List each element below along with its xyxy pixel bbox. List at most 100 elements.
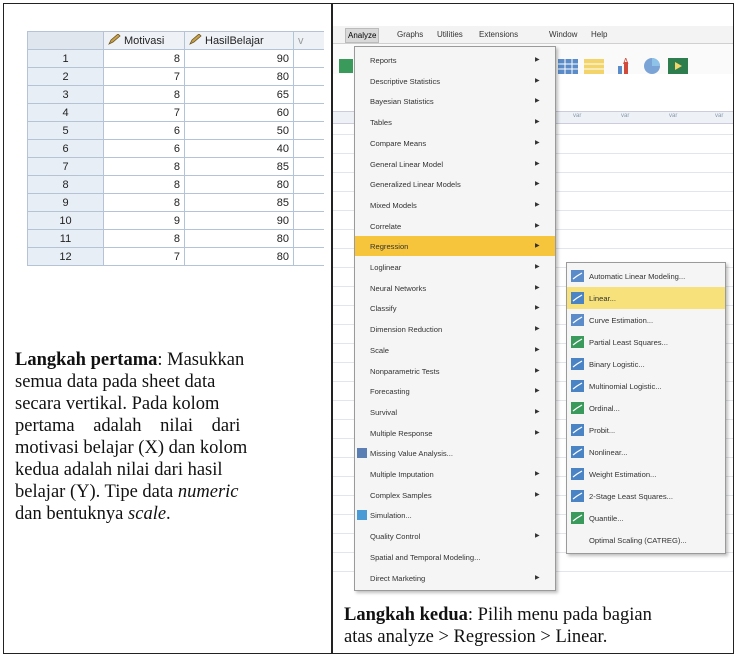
- empty-cell[interactable]: [293, 247, 324, 266]
- submenu-item-automatic-linear-modeling[interactable]: Automatic Linear Modeling...: [567, 265, 725, 287]
- chart-builder-icon[interactable]: A: [615, 56, 637, 76]
- menu-item-scale[interactable]: Scale ▶: [355, 340, 555, 360]
- empty-cell[interactable]: [293, 103, 324, 122]
- data-cell[interactable]: 6: [103, 121, 185, 140]
- empty-cell[interactable]: [293, 175, 324, 194]
- data-cell[interactable]: 6: [103, 139, 185, 158]
- empty-cell[interactable]: [293, 193, 324, 212]
- empty-cell[interactable]: [293, 157, 324, 176]
- submenu-item-linear[interactable]: Linear...: [567, 287, 725, 309]
- menu-item-reports[interactable]: Reports ▶: [355, 50, 555, 70]
- submenu-item-nonlinear[interactable]: Nonlinear...: [567, 441, 725, 463]
- menu-utilities[interactable]: Utilities: [437, 30, 463, 39]
- row-number[interactable]: 8: [27, 175, 104, 194]
- menu-item-descriptive-statistics[interactable]: Descriptive Statistics ▶: [355, 71, 555, 91]
- submenu-item-weight-estimation[interactable]: Weight Estimation...: [567, 463, 725, 485]
- empty-cell[interactable]: [293, 67, 324, 86]
- data-cell[interactable]: 40: [184, 139, 294, 158]
- empty-cell[interactable]: [293, 139, 324, 158]
- menu-item-classify[interactable]: Classify ▶: [355, 298, 555, 318]
- data-cell[interactable]: 90: [184, 211, 294, 230]
- menu-window[interactable]: Window: [549, 30, 577, 39]
- submenu-item-quantile[interactable]: Quantile...: [567, 507, 725, 529]
- data-cell[interactable]: 80: [184, 175, 294, 194]
- submenu-item-multinomial-logistic[interactable]: Multinomial Logistic...: [567, 375, 725, 397]
- column-header-motivasi[interactable]: Motivasi: [103, 31, 185, 50]
- data-cell[interactable]: 80: [184, 247, 294, 266]
- menu-item-tables[interactable]: Tables ▶: [355, 112, 555, 132]
- menu-item-forecasting[interactable]: Forecasting ▶: [355, 381, 555, 401]
- data-cell[interactable]: 9: [103, 211, 185, 230]
- row-number[interactable]: 9: [27, 193, 104, 212]
- submenu-item-ordinal[interactable]: Ordinal...: [567, 397, 725, 419]
- data-cell[interactable]: 60: [184, 103, 294, 122]
- data-cell[interactable]: 8: [103, 229, 185, 248]
- menu-item-generalized-linear-models[interactable]: Generalized Linear Models ▶: [355, 174, 555, 194]
- pie-chart-icon[interactable]: [641, 56, 663, 76]
- submenu-item-binary-logistic[interactable]: Binary Logistic...: [567, 353, 725, 375]
- menu-item-quality-control[interactable]: Quality Control ▶: [355, 526, 555, 546]
- row-number[interactable]: 7: [27, 157, 104, 176]
- data-cell[interactable]: 7: [103, 103, 185, 122]
- row-number[interactable]: 1: [27, 49, 104, 68]
- menu-item-spatial-and-temporal-modeling[interactable]: Spatial and Temporal Modeling...: [355, 547, 555, 567]
- menu-item-mixed-models[interactable]: Mixed Models ▶: [355, 195, 555, 215]
- row-number[interactable]: 12: [27, 247, 104, 266]
- data-cell[interactable]: 90: [184, 49, 294, 68]
- empty-cell[interactable]: [293, 229, 324, 248]
- data-cell[interactable]: 80: [184, 67, 294, 86]
- menu-item-complex-samples[interactable]: Complex Samples ▶: [355, 485, 555, 505]
- row-number[interactable]: 11: [27, 229, 104, 248]
- menu-item-nonparametric-tests[interactable]: Nonparametric Tests ▶: [355, 361, 555, 381]
- menu-item-neural-networks[interactable]: Neural Networks ▶: [355, 278, 555, 298]
- data-cell[interactable]: 7: [103, 67, 185, 86]
- submenu-item-2-stage-least-squares[interactable]: 2-Stage Least Squares...: [567, 485, 725, 507]
- data-cell[interactable]: 80: [184, 229, 294, 248]
- data-cell[interactable]: 8: [103, 85, 185, 104]
- menu-item-general-linear-model[interactable]: General Linear Model ▶: [355, 154, 555, 174]
- menu-item-multiple-imputation[interactable]: Multiple Imputation ▶: [355, 464, 555, 484]
- menu-graphs[interactable]: Graphs: [397, 30, 423, 39]
- row-number[interactable]: 6: [27, 139, 104, 158]
- menu-item-simulation[interactable]: Simulation...: [355, 505, 555, 525]
- data-cell[interactable]: 8: [103, 175, 185, 194]
- menu-item-regression[interactable]: Regression ▶: [355, 236, 555, 257]
- submenu-item-curve-estimation[interactable]: Curve Estimation...: [567, 309, 725, 331]
- row-number[interactable]: 5: [27, 121, 104, 140]
- menu-analyze[interactable]: Analyze: [345, 28, 380, 43]
- data-cell[interactable]: 7: [103, 247, 185, 266]
- menu-item-missing-value-analysis[interactable]: Missing Value Analysis...: [355, 443, 555, 463]
- empty-cell[interactable]: [293, 211, 324, 230]
- menu-item-correlate[interactable]: Correlate ▶: [355, 216, 555, 236]
- menu-extensions[interactable]: Extensions: [479, 30, 518, 39]
- value-labels-icon[interactable]: [583, 56, 605, 76]
- menu-item-direct-marketing[interactable]: Direct Marketing ▶: [355, 568, 555, 588]
- menu-item-survival[interactable]: Survival ▶: [355, 402, 555, 422]
- variables-icon[interactable]: [557, 56, 579, 76]
- data-cell[interactable]: 85: [184, 193, 294, 212]
- menu-item-compare-means[interactable]: Compare Means ▶: [355, 133, 555, 153]
- row-number[interactable]: 3: [27, 85, 104, 104]
- empty-cell[interactable]: [293, 85, 324, 104]
- menu-help[interactable]: Help: [591, 30, 607, 39]
- data-cell[interactable]: 8: [103, 193, 185, 212]
- submenu-item-partial-least-squares[interactable]: Partial Least Squares...: [567, 331, 725, 353]
- menu-item-loglinear[interactable]: Loglinear ▶: [355, 257, 555, 277]
- data-cell[interactable]: 65: [184, 85, 294, 104]
- empty-cell[interactable]: [293, 49, 324, 68]
- run-icon[interactable]: [667, 56, 689, 76]
- row-number[interactable]: 2: [27, 67, 104, 86]
- row-number[interactable]: 10: [27, 211, 104, 230]
- column-header-hasilbelajar[interactable]: HasilBelajar: [184, 31, 294, 50]
- data-cell[interactable]: 85: [184, 157, 294, 176]
- row-number[interactable]: 4: [27, 103, 104, 122]
- submenu-item-optimal-scaling-catreg[interactable]: Optimal Scaling (CATREG)...: [567, 529, 725, 551]
- menu-item-dimension-reduction[interactable]: Dimension Reduction ▶: [355, 319, 555, 339]
- column-header-var[interactable]: v: [293, 31, 324, 50]
- data-cell[interactable]: 8: [103, 157, 185, 176]
- data-cell[interactable]: 8: [103, 49, 185, 68]
- submenu-item-probit[interactable]: Probit...: [567, 419, 725, 441]
- menu-item-bayesian-statistics[interactable]: Bayesian Statistics ▶: [355, 91, 555, 111]
- data-cell[interactable]: 50: [184, 121, 294, 140]
- empty-cell[interactable]: [293, 121, 324, 140]
